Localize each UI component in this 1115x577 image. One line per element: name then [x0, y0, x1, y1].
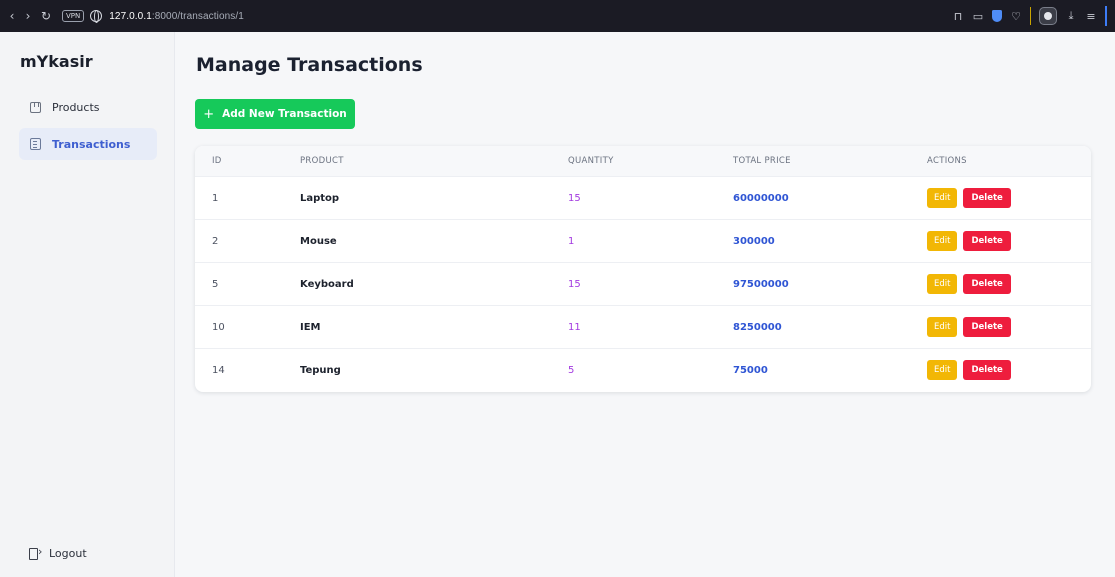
plus-icon: + — [203, 106, 215, 122]
row-actions: Edit Delete — [927, 231, 1011, 251]
edit-button[interactable]: Edit — [927, 274, 958, 294]
column-header-id: ID — [212, 156, 222, 166]
logout-icon — [29, 545, 42, 560]
row-actions: Edit Delete — [927, 188, 1011, 208]
page-title: Manage Transactions — [196, 54, 423, 76]
table-row: 2 Mouse 1 300000 Edit Delete — [195, 219, 1091, 262]
edit-button[interactable]: Edit — [927, 188, 958, 208]
delete-button[interactable]: Delete — [963, 360, 1011, 380]
table-row: 1 Laptop 15 60000000 Edit Delete — [195, 176, 1091, 219]
sidebar-item-label: Products — [52, 100, 100, 114]
row-actions: Edit Delete — [927, 274, 1011, 294]
cell-quantity: 15 — [568, 192, 581, 204]
column-header-product: PRODUCT — [300, 156, 344, 166]
delete-button[interactable]: Delete — [963, 188, 1011, 208]
cell-total-price: 97500000 — [733, 278, 789, 290]
globe-icon — [90, 10, 103, 23]
shield-icon[interactable] — [992, 10, 1002, 22]
browser-toolbar: ‹ › ↻ VPN 127.0.0.1:8000/transactions/1 … — [0, 0, 1115, 32]
url-path: :8000/transactions/1 — [151, 10, 244, 22]
table-row: 10 IEM 11 8250000 Edit Delete — [195, 305, 1091, 348]
profile-avatar[interactable] — [1039, 7, 1057, 25]
cell-id: 1 — [212, 192, 219, 204]
sidebar-item-products[interactable]: Products — [19, 91, 157, 123]
cell-product: Tepung — [300, 364, 341, 376]
logout-button[interactable]: Logout — [29, 545, 87, 560]
sidebar-item-transactions[interactable]: Transactions — [19, 128, 157, 160]
cell-total-price: 60000000 — [733, 192, 789, 204]
brand-logo[interactable]: mYkasir — [20, 52, 93, 71]
table-row: 5 Keyboard 15 97500000 Edit Delete — [195, 262, 1091, 305]
url-host: 127.0.0.1 — [109, 10, 152, 22]
sidebar-toggle[interactable] — [1105, 6, 1107, 26]
address-bar[interactable]: 127.0.0.1:8000/transactions/1 — [109, 11, 244, 22]
cell-quantity: 1 — [568, 235, 575, 247]
cell-id: 5 — [212, 278, 219, 290]
edit-button[interactable]: Edit — [927, 317, 958, 337]
cell-total-price: 75000 — [733, 364, 768, 376]
heart-icon[interactable]: ♡ — [1010, 10, 1022, 23]
cell-total-price: 8250000 — [733, 321, 782, 333]
cell-quantity: 11 — [568, 321, 581, 333]
column-header-actions: ACTIONS — [927, 156, 967, 166]
cell-product: Laptop — [300, 192, 340, 204]
row-actions: Edit Delete — [927, 317, 1011, 337]
transactions-icon — [29, 138, 41, 150]
column-header-total-price: TOTAL PRICE — [733, 156, 791, 166]
box-icon — [29, 101, 41, 113]
toolbar-divider — [1030, 7, 1031, 25]
avatar-icon — [1044, 12, 1052, 20]
cell-product: Keyboard — [300, 278, 354, 290]
add-transaction-button[interactable]: + Add New Transaction — [195, 99, 355, 129]
cell-total-price: 300000 — [733, 235, 775, 247]
pin-icon[interactable]: ⊓ — [952, 10, 964, 23]
cell-product: IEM — [300, 321, 321, 333]
vpn-badge[interactable]: VPN — [62, 10, 85, 22]
sidebar: mYkasir Products Transactions Logout — [0, 32, 175, 577]
cell-quantity: 15 — [568, 278, 581, 290]
forward-icon[interactable]: › — [20, 6, 36, 26]
table-header: ID PRODUCT QUANTITY TOTAL PRICE ACTIONS — [195, 146, 1091, 176]
sidebar-item-label: Transactions — [52, 137, 131, 151]
cell-id: 14 — [212, 364, 225, 376]
reload-icon[interactable]: ↻ — [38, 6, 54, 26]
cell-id: 2 — [212, 235, 219, 247]
screenshot-icon[interactable]: ▭ — [972, 10, 984, 23]
logout-label: Logout — [49, 547, 87, 560]
edit-button[interactable]: Edit — [927, 231, 958, 251]
download-icon[interactable]: ⤓ — [1065, 9, 1077, 22]
delete-button[interactable]: Delete — [963, 317, 1011, 337]
cell-id: 10 — [212, 321, 225, 333]
cell-quantity: 5 — [568, 364, 575, 376]
menu-icon[interactable]: ≡ — [1085, 10, 1097, 23]
delete-button[interactable]: Delete — [963, 274, 1011, 294]
table-row: 14 Tepung 5 75000 Edit Delete — [195, 348, 1091, 391]
add-transaction-label: Add New Transaction — [222, 108, 347, 120]
edit-button[interactable]: Edit — [927, 360, 958, 380]
delete-button[interactable]: Delete — [963, 231, 1011, 251]
column-header-quantity: QUANTITY — [568, 156, 614, 166]
row-actions: Edit Delete — [927, 360, 1011, 380]
back-icon[interactable]: ‹ — [4, 6, 20, 26]
cell-product: Mouse — [300, 235, 337, 247]
transactions-table: ID PRODUCT QUANTITY TOTAL PRICE ACTIONS … — [195, 146, 1091, 392]
